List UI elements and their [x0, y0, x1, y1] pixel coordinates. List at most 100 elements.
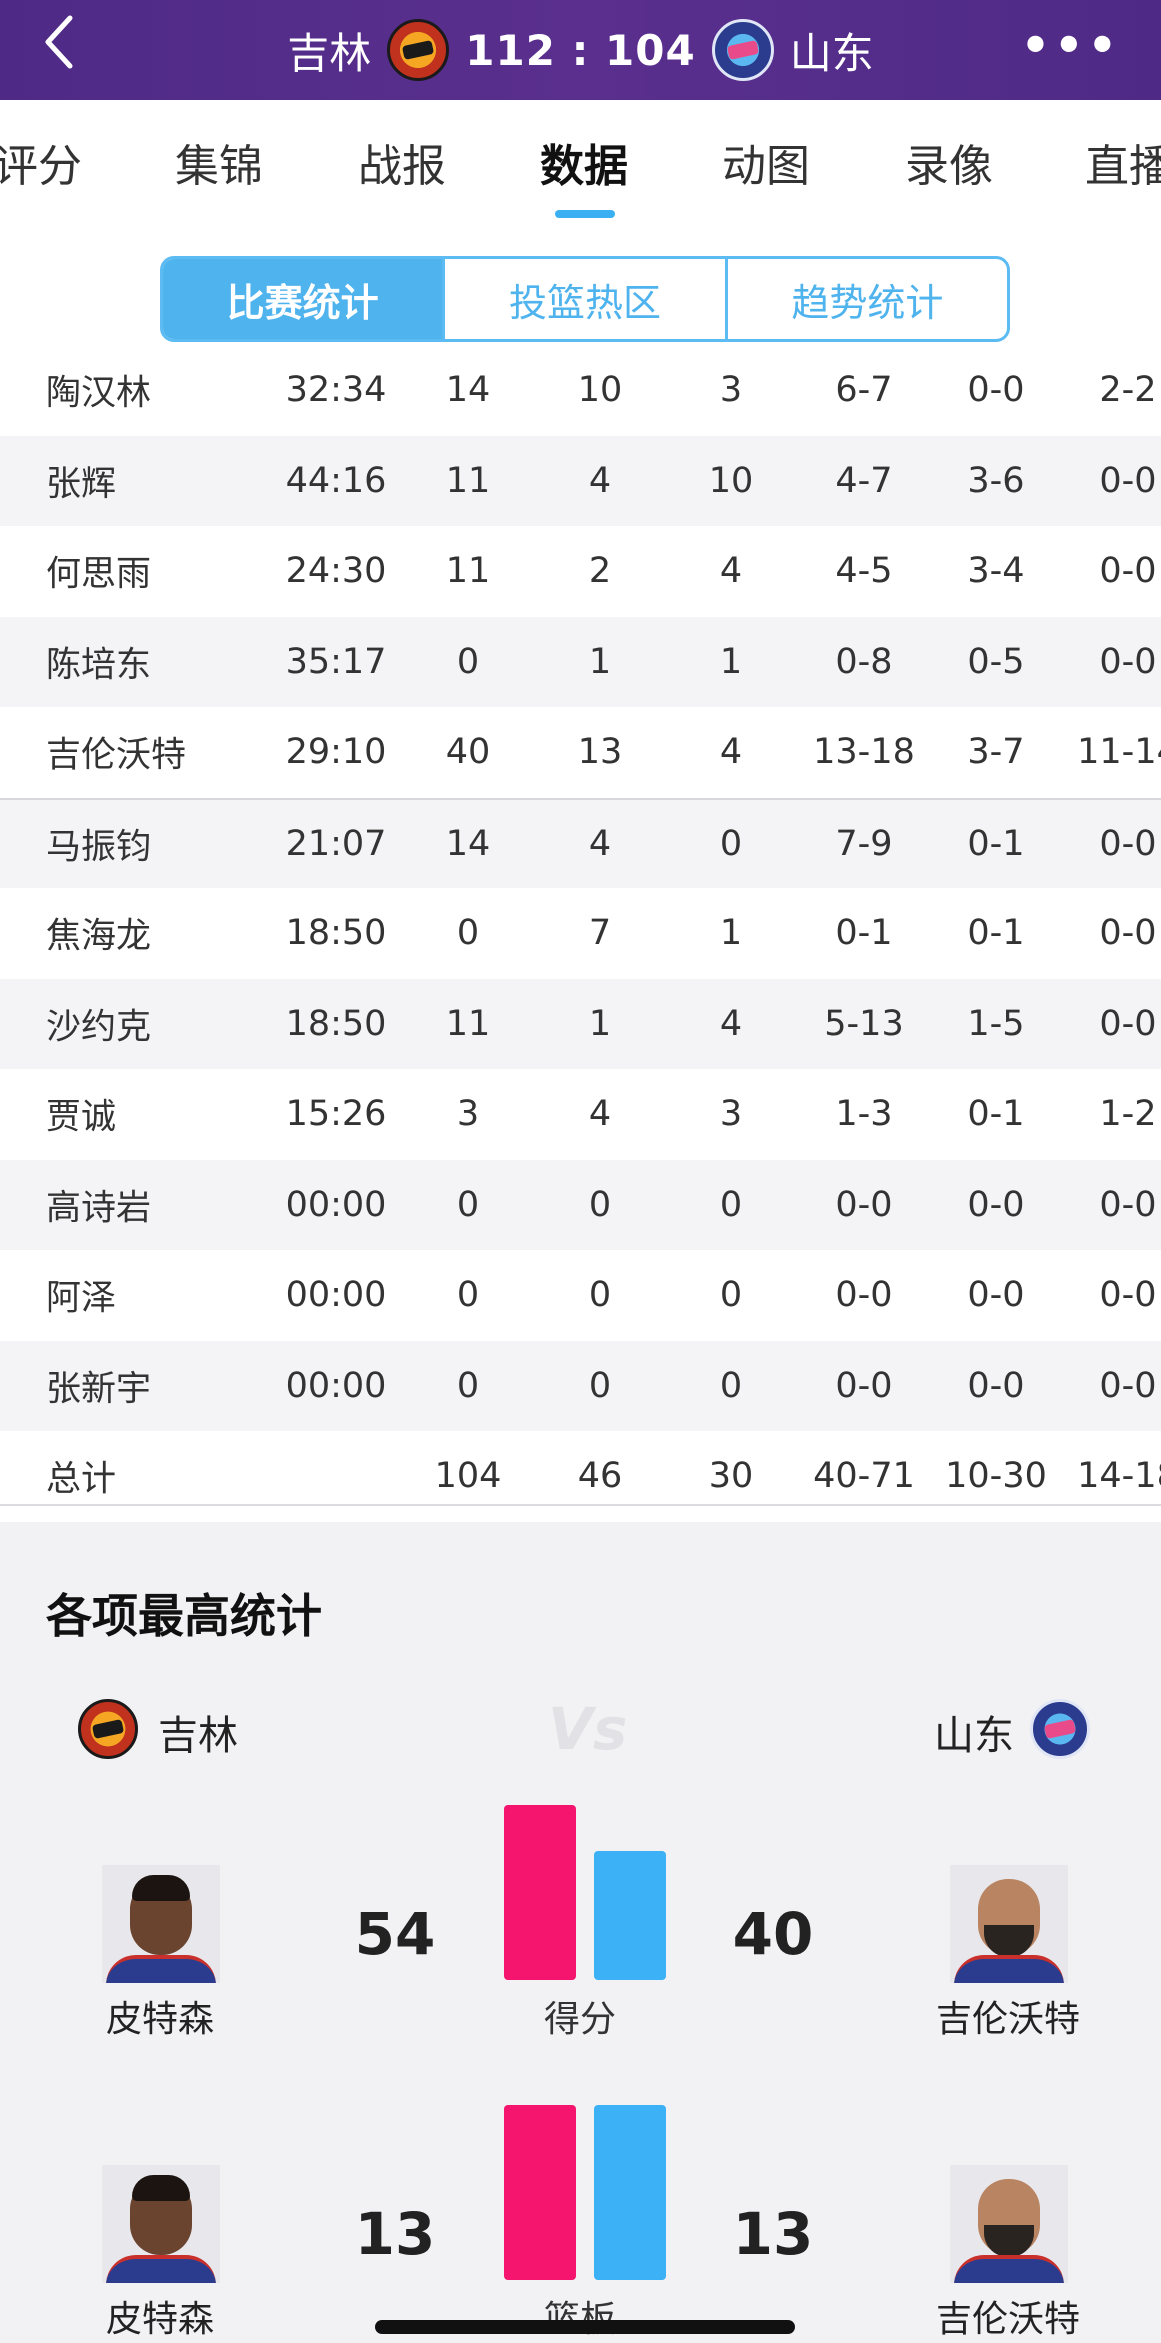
table-row[interactable]: 阿泽 00:00 0 0 0 0-0 0-0 0-0 [0, 1250, 1161, 1341]
player-name: 陈培东 [46, 645, 152, 686]
three-pointers: 0-0 [967, 1184, 1025, 1225]
table-row[interactable]: 贾诚 15:26 3 4 3 1-3 0-1 1-2 [0, 1069, 1161, 1160]
field-goals: 7-9 [835, 823, 893, 864]
table-row[interactable]: 何思雨 24:30 11 2 4 4-5 3-4 0-0 [0, 526, 1161, 617]
free-throws: 0-0 [1099, 1275, 1157, 1316]
free-throws: 0-0 [1099, 1184, 1157, 1225]
table-row[interactable]: 吉伦沃特 29:10 40 13 4 13-18 3-7 11-14 [0, 707, 1161, 798]
home-points-bar [504, 1805, 576, 1980]
minutes: 21:07 [285, 823, 387, 864]
away-player-avatar[interactable] [950, 2165, 1068, 2283]
segment-shot-chart[interactable]: 投篮热区 [445, 259, 728, 339]
player-name: 焦海龙 [46, 916, 152, 957]
away-player-name: 吉伦沃特 [935, 2299, 1081, 2340]
field-goals: 4-5 [835, 551, 893, 592]
tab-replay[interactable]: 录像 [905, 130, 993, 194]
stats-segmented-control: 比赛统计 投篮热区 趋势统计 [160, 256, 1010, 342]
player-name: 马振钧 [46, 827, 152, 868]
free-throws: 2-2 [1099, 370, 1157, 411]
rebounds: 0 [588, 1365, 612, 1406]
home-team-name: 吉林 [287, 28, 372, 78]
more-options-icon[interactable]: ••• [1021, 18, 1121, 72]
minutes: 44:16 [285, 460, 387, 501]
table-row[interactable]: 高诗岩 00:00 0 0 0 0-0 0-0 0-0 [0, 1159, 1161, 1250]
three-pointers: 0-0 [967, 1275, 1025, 1316]
points: 14 [445, 370, 491, 411]
field-goals: 0-0 [835, 1275, 893, 1316]
home-player-avatar[interactable] [102, 1865, 220, 1983]
table-row[interactable]: 马振钧 21:07 14 4 0 7-9 0-1 0-0 [0, 797, 1161, 888]
minutes: 18:50 [285, 913, 387, 954]
minutes: 00:00 [285, 1275, 387, 1316]
table-row[interactable]: 张新宇 00:00 0 0 0 0-0 0-0 0-0 [0, 1340, 1161, 1431]
home-player-avatar[interactable] [102, 2165, 220, 2283]
free-throws: 0-0 [1099, 1003, 1157, 1044]
assists: 0 [719, 1275, 743, 1316]
assists: 0 [719, 1365, 743, 1406]
assists: 4 [719, 551, 743, 592]
table-row[interactable]: 焦海龙 18:50 0 7 1 0-1 0-1 0-0 [0, 888, 1161, 979]
assists: 4 [719, 732, 743, 773]
rebounds: 1 [588, 1003, 612, 1044]
assists: 0 [719, 823, 743, 864]
table-row[interactable]: 沙约克 18:50 11 1 4 5-13 1-5 0-0 [0, 978, 1161, 1069]
free-throws: 1-2 [1099, 1094, 1157, 1135]
table-row[interactable]: 陶汉林 32:34 14 10 3 6-7 0-0 2-2 [0, 345, 1161, 436]
tab-report[interactable]: 战报 [358, 130, 446, 194]
minutes: 15:26 [285, 1094, 387, 1135]
rebounds: 4 [588, 823, 612, 864]
away-player-avatar[interactable] [950, 1865, 1068, 1983]
stat-label: 得分 [543, 1999, 617, 2040]
home-player-name: 皮特森 [105, 1999, 215, 2040]
assists: 0 [719, 1184, 743, 1225]
rebounds: 13 [577, 732, 623, 773]
player-name: 高诗岩 [46, 1188, 152, 1229]
segment-game-stats[interactable]: 比赛统计 [163, 259, 446, 339]
three-pointers: 0-5 [967, 641, 1025, 682]
player-stats-table: 陶汉林 32:34 14 10 3 6-7 0-0 2-2 张辉 44:16 11 4 10 4-7 3-6… [0, 345, 1161, 1522]
home-rebounds-bar [504, 2105, 576, 2280]
rebounds: 2 [588, 551, 612, 592]
free-throws: 11-14 [1077, 732, 1161, 773]
rebounds: 46 [577, 1456, 623, 1497]
player-name: 总计 [46, 1459, 117, 1500]
leader-rebounds: 皮特森 13 篮板 13 吉伦沃特 [0, 2100, 1161, 2343]
game-header: 吉林 112 : 104 山东 ••• [0, 0, 1161, 100]
home-indicator [375, 2320, 795, 2334]
three-pointers: 0-1 [967, 913, 1025, 954]
points: 0 [456, 1275, 480, 1316]
table-row[interactable]: 张辉 44:16 11 4 10 4-7 3-6 0-0 [0, 435, 1161, 526]
field-goals: 40-71 [813, 1456, 915, 1497]
minutes: 18:50 [285, 1003, 387, 1044]
points: 11 [445, 551, 491, 592]
assists: 30 [708, 1456, 754, 1497]
points: 11 [445, 1003, 491, 1044]
field-goals: 1-3 [835, 1094, 893, 1135]
field-goals: 0-8 [835, 641, 893, 682]
vs-text: Vs [548, 1695, 628, 1763]
totals-row[interactable]: 总计 104 46 30 40-71 10-30 14-18 [0, 1431, 1161, 1522]
tab-ratings[interactable]: 评分 [0, 130, 82, 194]
minutes: 35:17 [285, 641, 387, 682]
away-player-value: 40 [732, 1900, 814, 1968]
tab-live[interactable]: 直播 [1085, 130, 1161, 194]
field-goals: 6-7 [835, 370, 893, 411]
free-throws: 0-0 [1099, 460, 1157, 501]
shandong-logo-icon [1030, 1699, 1090, 1759]
leaders-title: 各项最高统计 [46, 1589, 322, 1643]
minutes: 32:34 [285, 370, 387, 411]
table-row[interactable]: 陈培东 35:17 0 1 1 0-8 0-5 0-0 [0, 616, 1161, 707]
tab-highlights[interactable]: 集锦 [175, 130, 263, 194]
three-pointers: 10-30 [945, 1456, 1047, 1497]
tab-data[interactable]: 数据 [540, 130, 628, 194]
assists: 4 [719, 1003, 743, 1044]
assists: 3 [719, 1094, 743, 1135]
segment-trends[interactable]: 趋势统计 [728, 259, 1007, 339]
rebounds: 7 [588, 913, 612, 954]
rebounds: 0 [588, 1275, 612, 1316]
tab-gifs[interactable]: 动图 [722, 130, 810, 194]
minutes: 29:10 [285, 732, 387, 773]
segment-area: 比赛统计 投篮热区 趋势统计 [0, 220, 1161, 350]
home-player-value: 54 [354, 1900, 436, 1968]
free-throws: 0-0 [1099, 551, 1157, 592]
